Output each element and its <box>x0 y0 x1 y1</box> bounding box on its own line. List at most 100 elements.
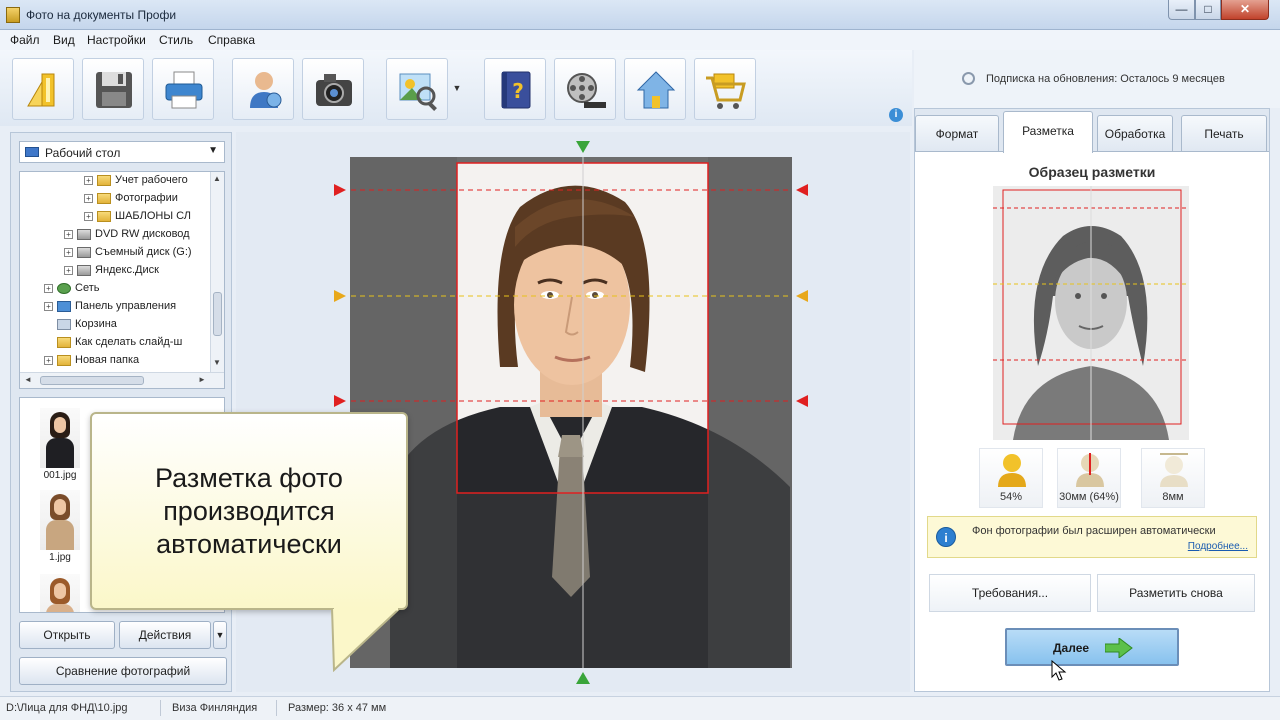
tree-item[interactable]: + Фотографии <box>84 192 178 210</box>
actions-dropdown[interactable]: ▼ <box>213 621 227 649</box>
tab-markup[interactable]: Разметка <box>1003 111 1093 153</box>
home-button[interactable] <box>624 58 686 120</box>
clock-icon <box>962 72 975 85</box>
scroll-down-icon[interactable]: ▼ <box>213 358 221 367</box>
photo-canvas[interactable] <box>350 157 792 668</box>
thumbnail-item[interactable]: 1.jpg <box>30 490 90 563</box>
tab-print[interactable]: Печать <box>1181 115 1267 151</box>
tree-vertical-scrollbar[interactable]: ▲ ▼ <box>210 172 224 372</box>
sample-portrait <box>993 186 1189 440</box>
save-button[interactable] <box>82 58 144 120</box>
scroll-right-icon[interactable]: ► <box>198 375 206 384</box>
tree-item-label: Съемный диск (G:) <box>95 246 192 258</box>
open-button[interactable]: Открыть <box>19 621 115 649</box>
app-icon <box>6 7 20 23</box>
status-size: Размер: 36 x 47 мм <box>288 702 387 714</box>
folder-icon <box>57 354 71 366</box>
status-file-path: D:\Лица для ФНД\10.jpg <box>6 702 128 714</box>
folder-select[interactable]: Рабочий стол ▼ <box>19 141 225 163</box>
tree-item[interactable]: + Сеть <box>44 282 99 300</box>
tree-item[interactable]: + DVD RW дисковод <box>64 228 190 246</box>
minimize-button[interactable]: — <box>1168 0 1195 20</box>
scroll-thumb[interactable] <box>40 376 144 385</box>
next-button[interactable]: Далее <box>1005 628 1179 666</box>
menu-style[interactable]: Стиль <box>159 33 193 47</box>
face-height-icon <box>1076 453 1104 487</box>
menu-help[interactable]: Справка <box>208 33 255 47</box>
cart-button[interactable] <box>694 58 756 120</box>
camera-icon <box>316 74 352 106</box>
expand-icon[interactable]: + <box>84 193 93 203</box>
face-height-value: 30мм (64%) <box>1059 491 1119 503</box>
details-link[interactable]: Подробнее... <box>1188 541 1248 552</box>
scroll-thumb[interactable] <box>213 292 222 336</box>
chin-line-left-handle[interactable] <box>334 395 346 407</box>
actions-button[interactable]: Действия <box>119 621 211 649</box>
expand-icon[interactable]: + <box>84 211 93 221</box>
tab-format[interactable]: Формат <box>915 115 999 151</box>
expand-icon[interactable]: + <box>44 301 53 311</box>
menu-settings[interactable]: Настройки <box>87 33 146 47</box>
scroll-left-icon[interactable]: ◄ <box>24 375 32 384</box>
tree-item[interactable]: Корзина <box>57 318 117 336</box>
chin-line-right-handle[interactable] <box>796 395 808 407</box>
help-book-icon: ? <box>501 71 531 109</box>
info-icon[interactable]: i <box>889 108 903 122</box>
expand-icon[interactable]: + <box>84 175 93 185</box>
tree-item[interactable]: Как сделать слайд-ш <box>57 336 182 354</box>
dvd-drive-icon <box>77 228 91 240</box>
tree-item[interactable]: + Учет рабочего <box>84 174 188 192</box>
menu-bar: Файл Вид Настройки Стиль Справка <box>0 30 1280 50</box>
removable-drive-icon <box>77 246 91 258</box>
tree-item[interactable]: + Яндекс.Диск <box>64 264 159 282</box>
tree-item-label: ШАБЛОНЫ СЛ <box>115 210 191 222</box>
wizard-button[interactable] <box>12 58 74 120</box>
scroll-up-icon[interactable]: ▲ <box>213 174 221 183</box>
expand-icon[interactable]: + <box>44 355 53 365</box>
thumbnail-item[interactable] <box>30 574 90 612</box>
center-line-top-handle[interactable] <box>576 141 590 153</box>
menu-view[interactable]: Вид <box>53 33 75 47</box>
head-height-icon <box>998 454 1026 487</box>
center-line-bottom-handle[interactable] <box>576 672 590 684</box>
tab-processing[interactable]: Обработка <box>1097 115 1173 151</box>
maximize-button[interactable]: □ <box>1195 0 1221 20</box>
svg-text:?: ? <box>512 79 524 103</box>
remark-again-button[interactable]: Разметить снова <box>1097 574 1255 612</box>
close-button[interactable]: ✕ <box>1221 0 1269 20</box>
info-icon: i <box>936 527 956 547</box>
eye-line-right-handle[interactable] <box>796 290 808 302</box>
expand-icon[interactable]: + <box>64 247 73 257</box>
mouse-cursor-icon <box>1051 660 1067 681</box>
top-line-right-handle[interactable] <box>796 184 808 196</box>
requirements-button[interactable]: Требования... <box>929 574 1091 612</box>
expand-icon[interactable]: + <box>64 229 73 239</box>
head-height-metric: 54% <box>979 448 1043 508</box>
image-editor-button[interactable] <box>386 58 448 120</box>
contacts-button[interactable] <box>232 58 294 120</box>
tree-item[interactable]: + Новая папка <box>44 354 139 372</box>
image-editor-icon <box>399 73 437 111</box>
tree-item[interactable]: + Съемный диск (G:) <box>64 246 192 264</box>
tree-horizontal-scrollbar[interactable]: ◄ ► <box>20 372 224 388</box>
compare-photos-button[interactable]: Сравнение фотографий <box>19 657 227 685</box>
folder-tree[interactable]: + Учет рабочего + Фотографии + ШАБЛОНЫ СЛ +… <box>19 171 225 389</box>
film-icon <box>567 73 606 108</box>
eye-line-left-handle[interactable] <box>334 290 346 302</box>
expand-icon[interactable]: + <box>44 283 53 293</box>
film-button[interactable] <box>554 58 616 120</box>
top-line-left-handle[interactable] <box>334 184 346 196</box>
sample-markup-image <box>993 186 1189 440</box>
print-button[interactable] <box>152 58 214 120</box>
auto-background-notice: i Фон фотографии был расширен автоматиче… <box>927 516 1257 558</box>
camera-button[interactable] <box>302 58 364 120</box>
markup-tab-content: Образец разметки 54% 30мм (64%) 8мм i Фо… <box>915 151 1269 691</box>
desktop-icon <box>25 147 39 157</box>
expand-icon[interactable]: + <box>64 265 73 275</box>
thumbnail-item[interactable]: 001.jpg <box>30 408 90 481</box>
help-book-button[interactable]: ? <box>484 58 546 120</box>
menu-file[interactable]: Файл <box>10 33 40 47</box>
tree-item[interactable]: + ШАБЛОНЫ СЛ <box>84 210 191 228</box>
image-editor-dropdown[interactable]: ▼ <box>450 78 464 98</box>
tree-item[interactable]: + Панель управления <box>44 300 176 318</box>
